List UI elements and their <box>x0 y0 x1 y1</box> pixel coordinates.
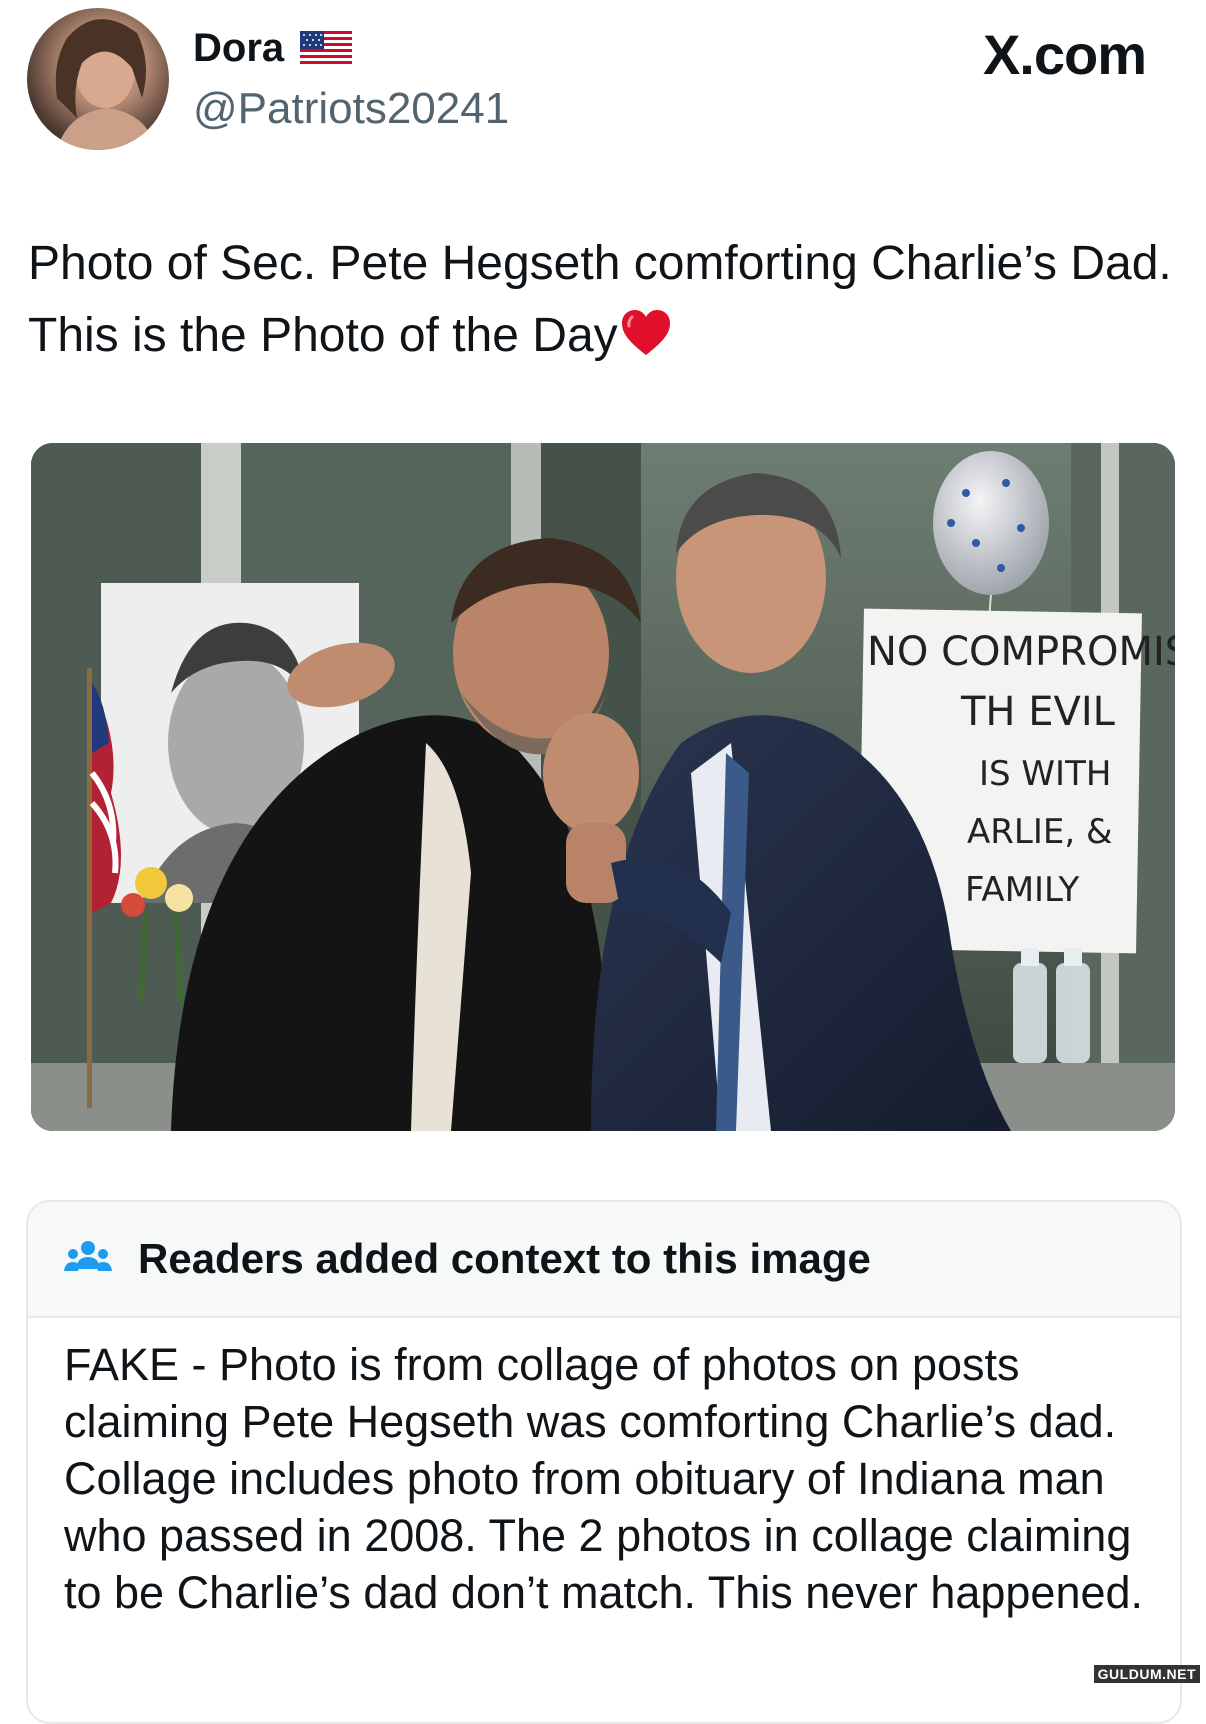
heart-icon <box>621 310 670 355</box>
sign-line-5: FAMILY <box>965 870 1079 910</box>
community-note-header[interactable]: Readers added context to this image <box>28 1202 1180 1318</box>
people-icon <box>64 1241 112 1271</box>
us-flag-icon <box>300 30 353 67</box>
tweet-header: Dora @Patriots20241 X.com <box>0 0 1206 160</box>
avatar[interactable] <box>27 8 169 150</box>
handle[interactable]: @Patriots20241 <box>193 84 509 134</box>
tweet-text: Photo of Sec. Pete Hegseth comforting Ch… <box>28 228 1178 372</box>
tweet-text-body: Photo of Sec. Pete Hegseth comforting Ch… <box>28 237 1172 362</box>
display-name[interactable]: Dora <box>193 26 353 71</box>
sign-line-1: NO COMPROMISE <box>867 629 1175 675</box>
community-note-body: FAKE - Photo is from collage of photos o… <box>28 1318 1180 1722</box>
sign-line-4: ARLIE, & <box>967 812 1112 852</box>
tweet-image[interactable]: NO COMPROMISE TH EVIL IS WITH ARLIE, & F… <box>31 443 1175 1131</box>
community-note-title: Readers added context to this image <box>138 1235 871 1282</box>
display-name-text: Dora <box>193 26 285 70</box>
sign-line-3: IS WITH <box>979 754 1111 794</box>
watermark: GULDUM.NET <box>1093 1665 1200 1683</box>
sign-line-2: TH EVIL <box>960 689 1116 735</box>
community-note: Readers added context to this image FAKE… <box>26 1200 1182 1724</box>
site-label: X.com <box>982 23 1147 86</box>
